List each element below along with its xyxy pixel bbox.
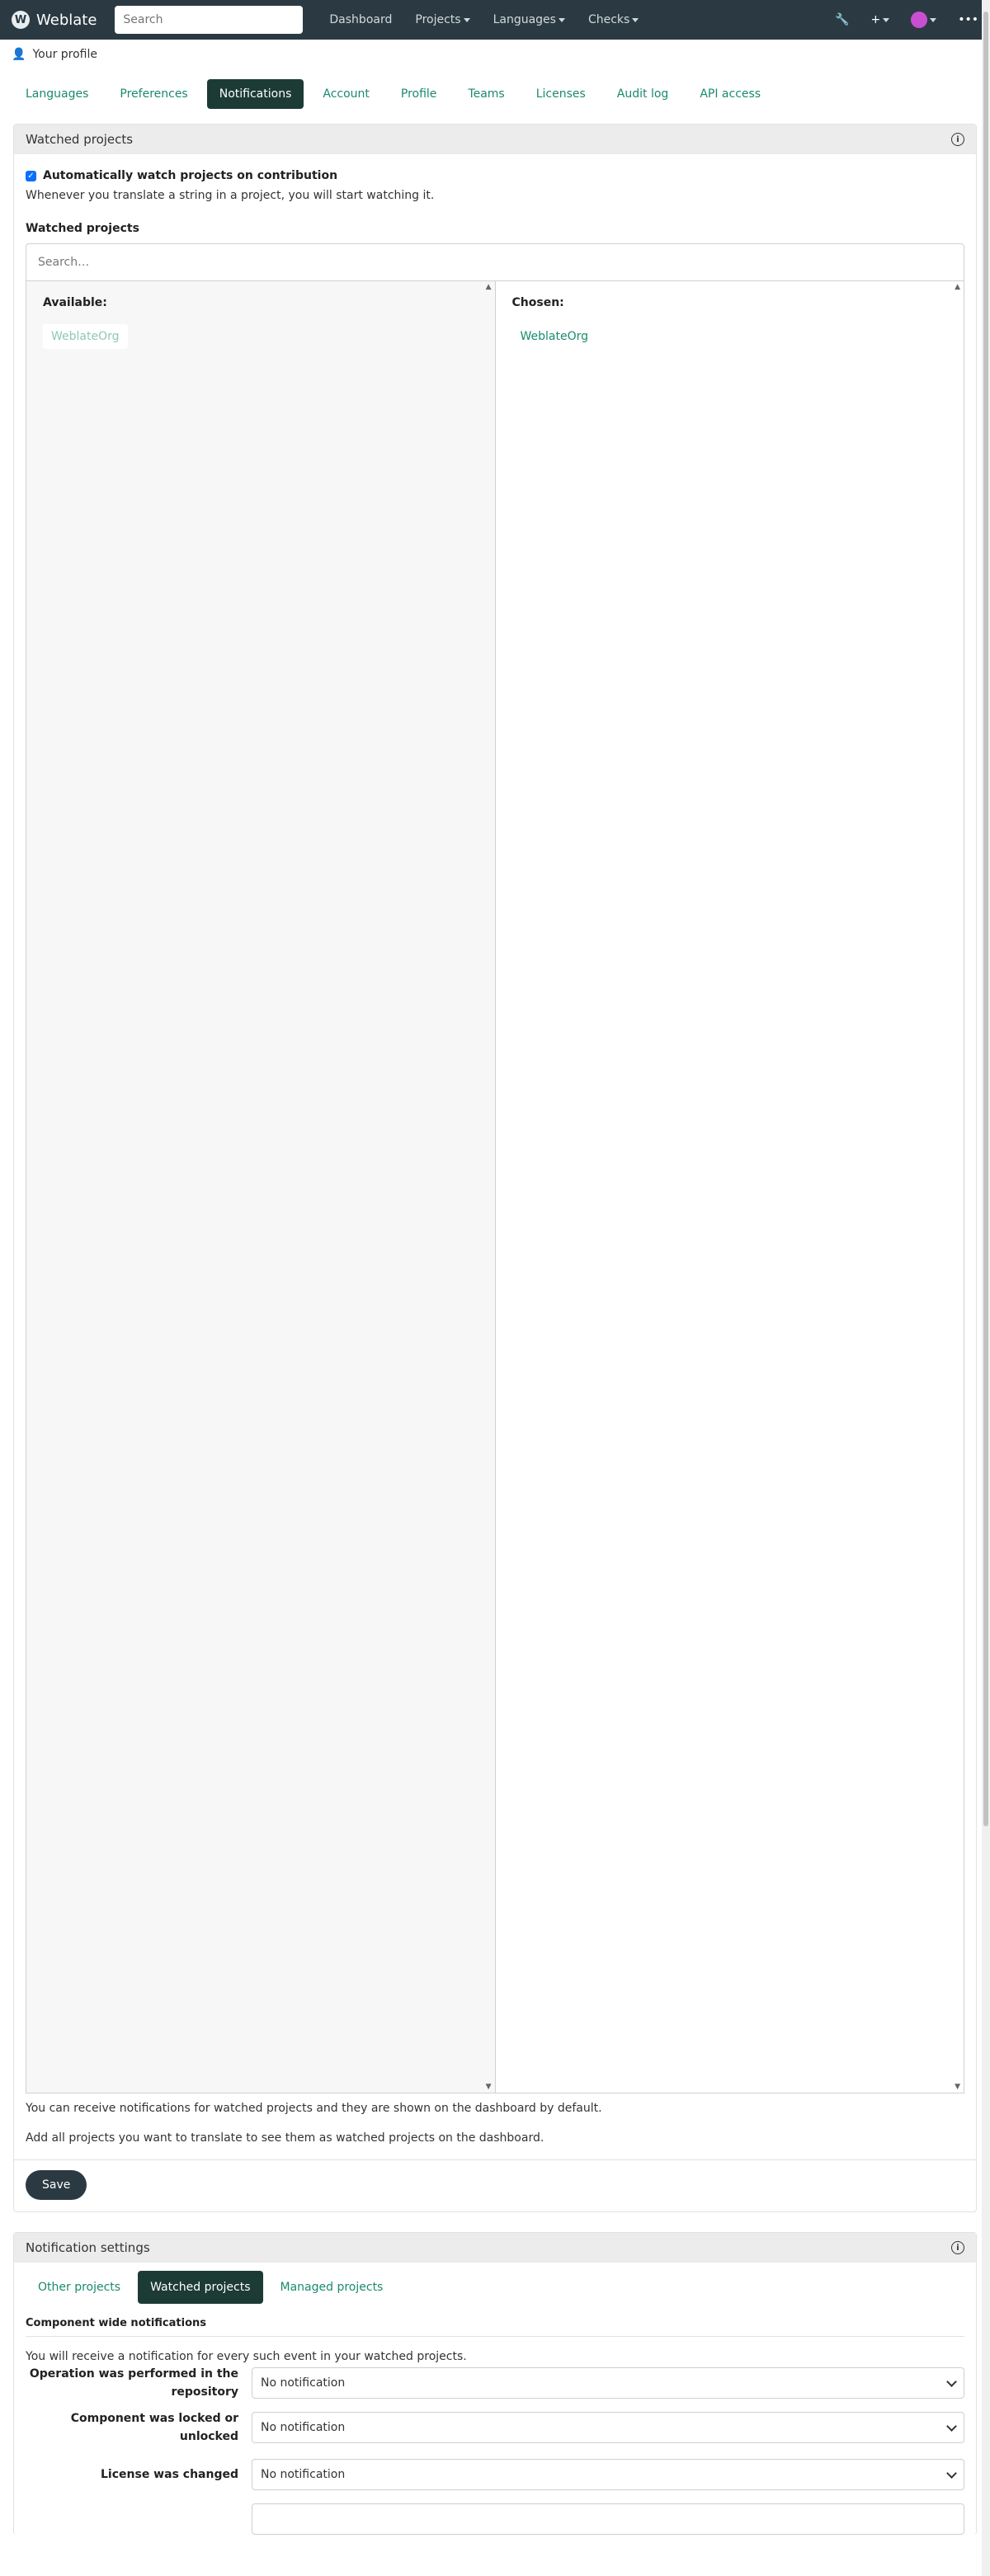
scrollbar-thumb[interactable] (983, 12, 988, 1826)
select-value: No notification (261, 2468, 346, 2481)
scroll-down-icon[interactable]: ▼ (486, 2083, 492, 2091)
info-icon[interactable]: i (951, 133, 964, 146)
brand[interactable]: W Weblate (12, 11, 97, 29)
notification-select[interactable]: No notification (252, 2459, 964, 2490)
tab-notifications[interactable]: Notifications (206, 79, 304, 109)
watched-projects-card: Watched projects i ✓ Automatically watch… (13, 124, 977, 2212)
chevron-down-icon (883, 17, 890, 22)
tab-watched-projects[interactable]: Watched projects (138, 2271, 263, 2304)
user-menu[interactable] (911, 12, 937, 28)
brand-name: Weblate (36, 11, 97, 29)
save-button[interactable]: Save (26, 2170, 87, 2200)
available-title: Available: (43, 296, 107, 309)
avatar (911, 12, 928, 28)
nav-languages-label: Languages (493, 13, 556, 26)
card-header: Watched projects i (14, 125, 976, 154)
scope-tabs: Other projects Watched projects Managed … (14, 2263, 976, 2312)
page-scrollbar[interactable] (982, 0, 990, 2576)
chosen-title: Chosen: (512, 296, 564, 309)
chevron-down-icon (632, 17, 639, 22)
scroll-up-icon[interactable]: ▲ (486, 283, 492, 291)
project-search-input[interactable]: Search… (26, 243, 964, 281)
scroll-down-icon[interactable]: ▼ (955, 2083, 960, 2091)
nav-checks-label: Checks (587, 13, 630, 26)
chevron-down-icon (930, 17, 937, 22)
weblate-logo-icon: W (12, 11, 30, 29)
chosen-item[interactable]: WeblateOrg (512, 324, 597, 349)
tab-account[interactable]: Account (310, 79, 382, 109)
notification-select[interactable] (252, 2503, 964, 2535)
info-icon[interactable]: i (951, 2241, 964, 2254)
checkbox-label: Automatically watch projects on contribu… (43, 169, 338, 182)
tab-preferences[interactable]: Preferences (107, 79, 200, 109)
tab-profile[interactable]: Profile (389, 79, 450, 109)
notification-select[interactable]: No notification (252, 2367, 964, 2399)
nav-checks[interactable]: Checks (588, 13, 639, 26)
tab-managed-projects[interactable]: Managed projects (268, 2271, 396, 2304)
nav-projects-label: Projects (415, 13, 461, 26)
top-navbar: W Weblate Dashboard Projects Languages C… (0, 0, 990, 40)
available-pane[interactable]: Available: WeblateOrg ▲ ▼ (26, 281, 496, 2093)
chevron-down-icon (946, 2467, 957, 2479)
select-value: No notification (261, 2376, 346, 2390)
card-title: Watched projects (26, 132, 134, 147)
help-text-1: You can receive notifications for watche… (26, 2102, 602, 2115)
nav-languages[interactable]: Languages (493, 13, 565, 26)
watched-projects-label: Watched projects (26, 222, 139, 235)
search-input[interactable] (115, 6, 304, 34)
add-menu[interactable]: + (870, 13, 890, 26)
select-value: No notification (261, 2421, 346, 2434)
chevron-down-icon (946, 2420, 957, 2432)
auto-watch-checkbox[interactable]: ✓ (26, 170, 36, 181)
checkbox-help: Whenever you translate a string in a pro… (26, 189, 435, 202)
breadcrumb-label[interactable]: Your profile (32, 48, 97, 61)
chevron-down-icon (463, 17, 470, 22)
help-text-2: Add all projects you want to translate t… (26, 2131, 544, 2145)
tab-languages[interactable]: Languages (13, 79, 101, 109)
section-title: Component wide notifications (26, 2312, 964, 2337)
breadcrumb: 👤 Your profile (0, 40, 990, 69)
notification-settings-card: Notification settings i Other projects W… (13, 2232, 977, 2535)
tab-other-projects[interactable]: Other projects (26, 2271, 133, 2304)
card-header: Notification settings i (14, 2233, 976, 2263)
project-selector: Available: WeblateOrg ▲ ▼ Chosen: Weblat… (26, 281, 964, 2093)
user-icon: 👤 (12, 48, 26, 61)
nav-projects[interactable]: Projects (415, 13, 470, 26)
setting-label: Operation was performed in the repositor… (29, 2367, 238, 2399)
tab-audit-log[interactable]: Audit log (605, 79, 681, 109)
section-help: You will receive a notification for ever… (26, 2350, 467, 2363)
card-title: Notification settings (26, 2240, 150, 2255)
tab-licenses[interactable]: Licenses (524, 79, 598, 109)
more-menu-icon[interactable]: ••• (958, 13, 978, 26)
chevron-down-icon (946, 2376, 957, 2387)
setting-label: Component was locked or unlocked (70, 2412, 238, 2443)
chosen-pane[interactable]: Chosen: WeblateOrg ▲ ▼ (496, 281, 964, 2093)
profile-tabs: Languages Preferences Notifications Acco… (0, 71, 990, 117)
wrench-icon[interactable]: 🔧 (835, 13, 849, 26)
notification-select[interactable]: No notification (252, 2412, 964, 2443)
tab-teams[interactable]: Teams (455, 79, 516, 109)
tab-api-access[interactable]: API access (687, 79, 773, 109)
chevron-down-icon (558, 17, 565, 22)
scroll-up-icon[interactable]: ▲ (955, 283, 960, 291)
available-item[interactable]: WeblateOrg (43, 324, 128, 349)
setting-label: License was changed (101, 2468, 238, 2481)
nav-dashboard[interactable]: Dashboard (329, 13, 392, 26)
